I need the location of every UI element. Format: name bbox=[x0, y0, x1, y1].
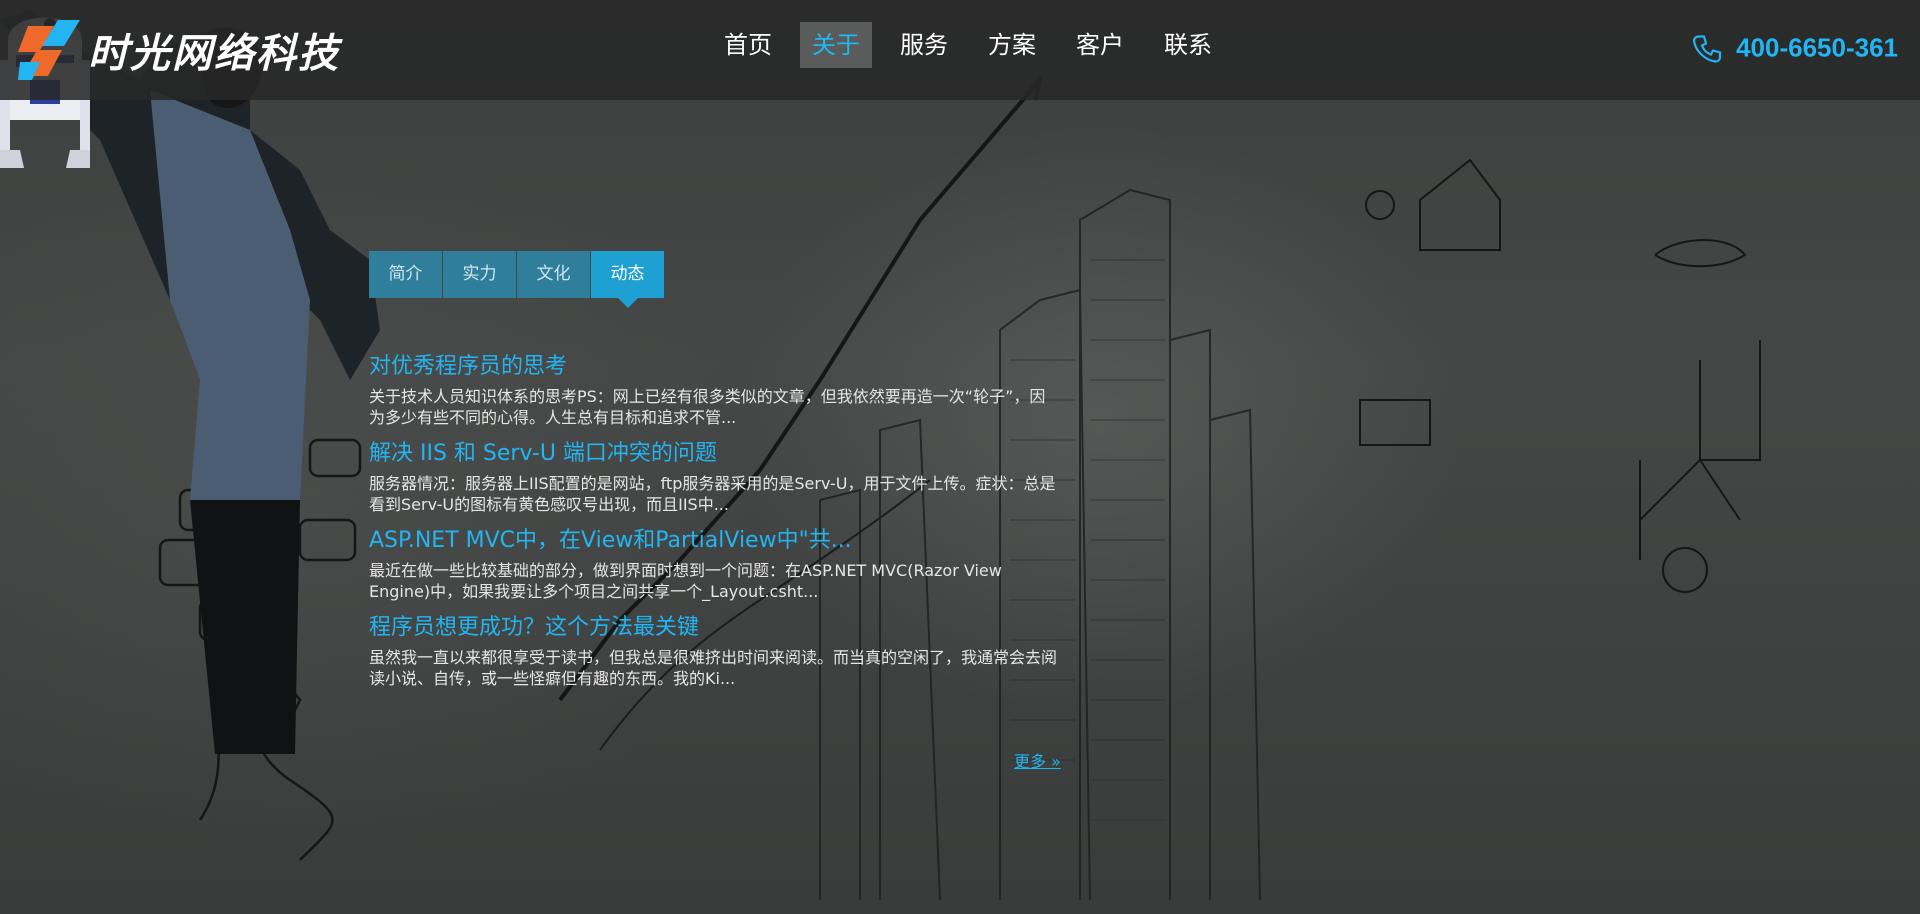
list-item: ASP.NET MVC中，在View和PartialView中"共... 最近在… bbox=[369, 524, 1059, 602]
nav-item-home[interactable]: 首页 bbox=[712, 22, 784, 68]
article-title-link[interactable]: 解决 IIS 和 Serv-U 端口冲突的问题 bbox=[369, 437, 1059, 471]
news-list: 对优秀程序员的思考 关于技术人员知识体系的思考PS：网上已经有很多类似的文章，但… bbox=[369, 350, 1059, 698]
nav-item-services[interactable]: 服务 bbox=[888, 22, 960, 68]
article-title-link[interactable]: 对优秀程序员的思考 bbox=[369, 350, 1059, 384]
tab-strength[interactable]: 实力 bbox=[443, 251, 516, 298]
article-title-link[interactable]: ASP.NET MVC中，在View和PartialView中"共... bbox=[369, 524, 1059, 558]
nav-item-clients[interactable]: 客户 bbox=[1064, 22, 1136, 68]
brand-name: 时光网络科技 bbox=[88, 31, 340, 77]
tab-culture[interactable]: 文化 bbox=[517, 251, 590, 298]
phone-icon bbox=[1692, 34, 1722, 63]
phone-contact: 400-6650-361 bbox=[1692, 33, 1898, 64]
article-summary: 服务器情况：服务器上IIS配置的是网站，ftp服务器采用的是Serv-U，用于文… bbox=[369, 474, 1056, 514]
more-link[interactable]: 更多 » bbox=[1014, 748, 1061, 772]
list-item: 程序员想更成功？这个方法最关键 虽然我一直以来都很享受于读书，但我总是很难挤出时… bbox=[369, 611, 1059, 689]
nav-item-contact[interactable]: 联系 bbox=[1152, 22, 1224, 68]
brand-logo[interactable]: 时光网络科技 bbox=[18, 18, 340, 82]
about-tabs: 简介 实力 文化 动态 bbox=[369, 251, 665, 308]
article-summary: 虽然我一直以来都很享受于读书，但我总是很难挤出时间来阅读。而当真的空闲了，我通常… bbox=[369, 648, 1058, 688]
article-summary: 最近在做一些比较基础的部分，做到界面时想到一个问题：在ASP.NET MVC(R… bbox=[369, 561, 1002, 601]
nav-item-about[interactable]: 关于 bbox=[800, 22, 872, 68]
list-item: 解决 IIS 和 Serv-U 端口冲突的问题 服务器情况：服务器上IIS配置的… bbox=[369, 437, 1059, 515]
article-title-link[interactable]: 程序员想更成功？这个方法最关键 bbox=[369, 611, 1059, 645]
logo-mark-icon bbox=[18, 20, 80, 80]
main-nav: 首页 关于 服务 方案 客户 联系 bbox=[712, 22, 1240, 68]
nav-item-solutions[interactable]: 方案 bbox=[976, 22, 1048, 68]
tab-intro[interactable]: 简介 bbox=[369, 251, 442, 298]
list-item: 对优秀程序员的思考 关于技术人员知识体系的思考PS：网上已经有很多类似的文章，但… bbox=[369, 350, 1059, 428]
article-summary: 关于技术人员知识体系的思考PS：网上已经有很多类似的文章，但我依然要再造一次“轮… bbox=[369, 387, 1046, 427]
tab-news[interactable]: 动态 bbox=[591, 251, 664, 308]
phone-number[interactable]: 400-6650-361 bbox=[1736, 33, 1898, 64]
top-navigation-bar: 时光网络科技 首页 关于 服务 方案 客户 联系 400-6650-361 bbox=[0, 0, 1920, 100]
